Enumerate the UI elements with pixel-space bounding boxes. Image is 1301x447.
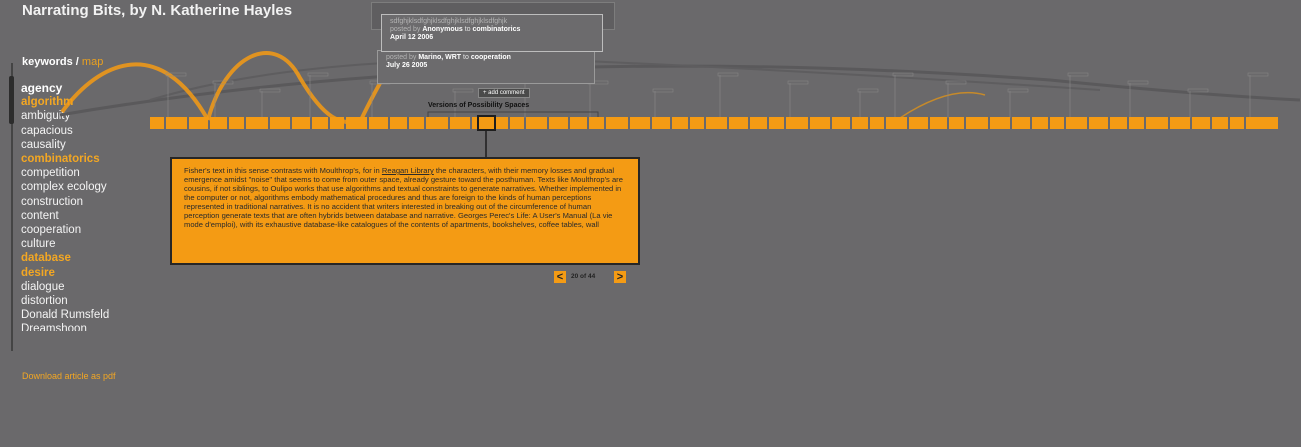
- timeline-segment: [390, 117, 407, 129]
- timeline-segment: [769, 117, 784, 129]
- comment-date: April 12 2006: [390, 34, 434, 41]
- timeline-segment: [450, 117, 470, 129]
- timeline-segment: [346, 117, 367, 129]
- timeline-segment: [652, 117, 670, 129]
- timeline-segment: [1212, 117, 1228, 129]
- timeline-segment: [930, 117, 947, 129]
- link-arc: [206, 51, 361, 125]
- comment-card-top[interactable]: sdfghjklsdfghjklsdfghjklsdfghjklsdfghjk …: [381, 14, 603, 52]
- comment-card-bottom[interactable]: posted by Marino, WRT to cooperation Jul…: [377, 50, 595, 84]
- timeline-segment: [330, 117, 344, 129]
- marker-tag: [1067, 72, 1089, 77]
- current-segment-marker: [477, 115, 496, 131]
- add-comment-button[interactable]: + add comment: [478, 88, 530, 98]
- timeline-segment: [750, 117, 767, 129]
- timeline-segment: [292, 117, 310, 129]
- timeline-segment: [570, 117, 587, 129]
- timeline-segment: [369, 117, 388, 129]
- link-arc: [899, 91, 986, 119]
- marker-tag: [717, 72, 739, 77]
- to-word: to: [463, 54, 469, 61]
- timeline-segment: [1050, 117, 1064, 129]
- comment-date: July 26 2005: [386, 62, 428, 69]
- timeline-segment: [886, 117, 907, 129]
- timeline-segment: [589, 117, 604, 129]
- marker-tag: [652, 88, 674, 93]
- timeline-segment: [706, 117, 727, 129]
- timeline-segment: [870, 117, 884, 129]
- timeline-segment: [909, 117, 928, 129]
- to-word: to: [464, 26, 471, 33]
- background-arc: [59, 64, 1301, 117]
- timeline-segment: [150, 117, 164, 129]
- page-counter: 20 of 44: [571, 273, 596, 280]
- timeline-segment: [189, 117, 208, 129]
- timeline-segment: [786, 117, 808, 129]
- paragraph-text-after: the characters, with their memory losses…: [184, 166, 623, 229]
- marker-tag: [1007, 88, 1029, 93]
- timeline-segment: [1170, 117, 1190, 129]
- timeline-segment: [606, 117, 628, 129]
- timeline-segment: [1089, 117, 1108, 129]
- timeline-segment: [1129, 117, 1144, 129]
- marker-tag: [857, 88, 879, 93]
- timeline-segment: [1146, 117, 1168, 129]
- marker-tag: [1247, 72, 1269, 77]
- posted-prefix: posted by: [386, 54, 417, 61]
- timeline-segment: [526, 117, 547, 129]
- timeline-segment: [210, 117, 227, 129]
- comment-author: Anonymous: [422, 26, 463, 33]
- timeline-segment: [1192, 117, 1210, 129]
- marker-tag: [787, 80, 809, 85]
- section-label: Versions of Possibility Spaces: [428, 102, 530, 109]
- timeline-segment: [1012, 117, 1030, 129]
- timeline-segment: [270, 117, 290, 129]
- comment-text: sdfghjklsdfghjklsdfghjklsdfghjklsdfghjk: [390, 18, 508, 25]
- timeline-segment: [729, 117, 748, 129]
- paragraph-box: Fisher's text in this sense contrasts wi…: [170, 157, 640, 265]
- timeline-segment: [966, 117, 988, 129]
- timeline-segment: [166, 117, 187, 129]
- timeline-segment: [672, 117, 688, 129]
- marker-tag: [307, 72, 329, 77]
- comment-target: combinatorics: [472, 26, 521, 33]
- comment-target: cooperation: [470, 54, 511, 61]
- timeline-segment: [1266, 117, 1278, 129]
- timeline-segment: [549, 117, 568, 129]
- prev-button[interactable]: <: [554, 271, 566, 283]
- posted-prefix: posted by: [390, 26, 421, 33]
- timeline-segment: [312, 117, 328, 129]
- marker-tag: [1127, 80, 1149, 85]
- timeline-segment: [1110, 117, 1127, 129]
- paragraph-link[interactable]: Reagan Library: [382, 166, 434, 175]
- timeline-segment: [1246, 117, 1267, 129]
- timeline-segment: [630, 117, 650, 129]
- marker-tag: [259, 88, 281, 93]
- timeline-segment: [832, 117, 850, 129]
- timeline-segment: [990, 117, 1010, 129]
- timeline-segment: [246, 117, 268, 129]
- timeline-segment: [1066, 117, 1087, 129]
- timeline-segment: [810, 117, 830, 129]
- timeline-segment: [426, 117, 448, 129]
- timeline-segment: [229, 117, 244, 129]
- next-button[interactable]: >: [614, 271, 626, 283]
- timeline-segment: [409, 117, 424, 129]
- timeline-segment: [852, 117, 868, 129]
- timeline-segment: [1230, 117, 1244, 129]
- marker-tag: [892, 72, 914, 77]
- timeline-segment: [690, 117, 704, 129]
- marker-tag: [452, 88, 474, 93]
- timeline-segment: [949, 117, 964, 129]
- paragraph-text-before: Fisher's text in this sense contrasts wi…: [184, 166, 382, 175]
- comment-author: Marino, WRT: [418, 54, 462, 61]
- timeline-segment: [1032, 117, 1048, 129]
- timeline-segment: [510, 117, 524, 129]
